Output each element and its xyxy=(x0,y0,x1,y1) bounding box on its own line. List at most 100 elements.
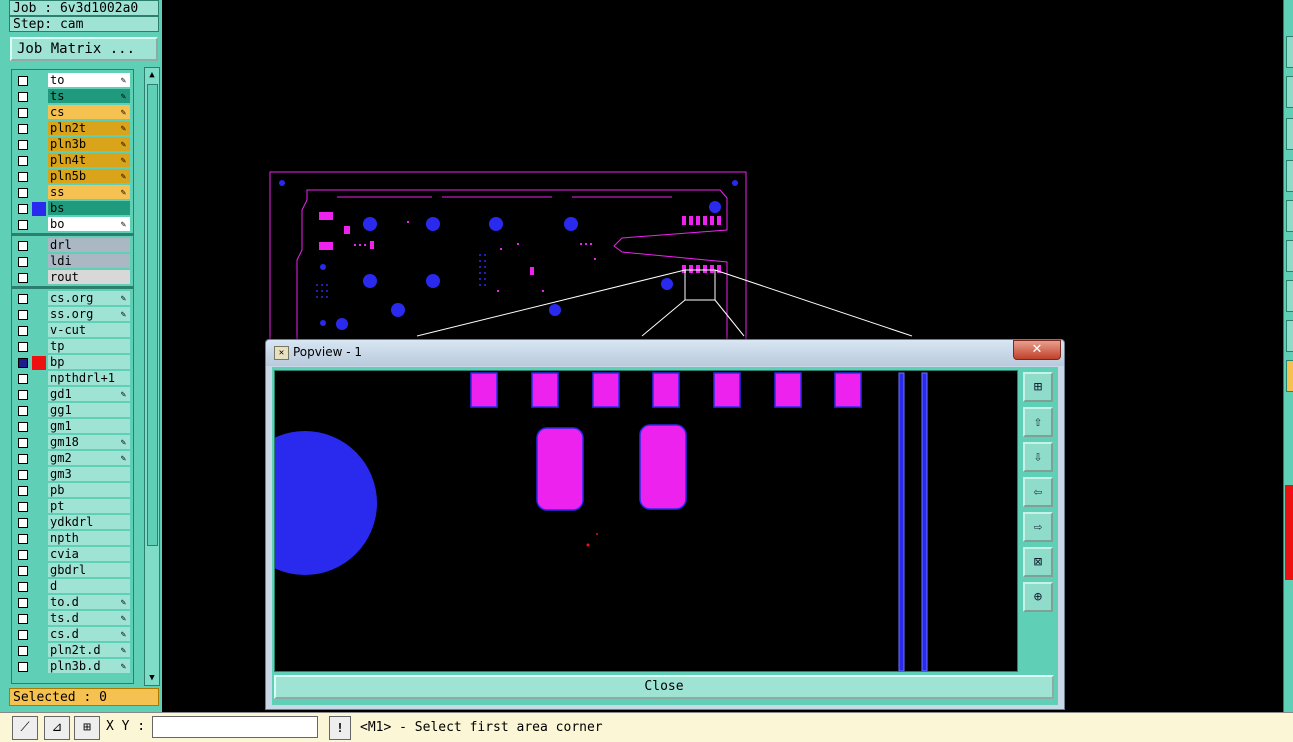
layer-name[interactable]: gm18 ✎ xyxy=(48,435,130,449)
right-tool-button[interactable] xyxy=(1286,160,1293,192)
layer-name[interactable]: gg1 xyxy=(48,403,130,417)
right-tool-button[interactable] xyxy=(1286,360,1293,392)
layer-checkbox[interactable] xyxy=(18,310,28,320)
layer-row[interactable]: cs.d ✎ xyxy=(12,627,133,642)
right-tool-button[interactable] xyxy=(1286,36,1293,68)
layer-checkbox[interactable] xyxy=(18,646,28,656)
layer-name[interactable]: pln3b.d ✎ xyxy=(48,659,130,673)
layer-display-mark[interactable] xyxy=(32,516,46,530)
layer-checkbox[interactable] xyxy=(18,582,28,592)
zoom-in-icon[interactable]: ⊕ xyxy=(1023,582,1053,612)
xy-input[interactable] xyxy=(152,716,318,738)
layer-checkbox[interactable] xyxy=(18,422,28,432)
layer-name[interactable]: rout xyxy=(48,270,130,284)
layer-checkbox[interactable] xyxy=(18,326,28,336)
layer-name[interactable]: gm2 ✎ xyxy=(48,451,130,465)
layer-checkbox[interactable] xyxy=(18,566,28,576)
layer-row[interactable]: pt xyxy=(12,499,133,514)
layer-display-mark[interactable] xyxy=(32,612,46,626)
layer-display-mark[interactable] xyxy=(32,580,46,594)
pan-left-icon[interactable]: ⇦ xyxy=(1023,477,1053,507)
layer-display-mark[interactable] xyxy=(32,202,46,216)
layer-name[interactable]: pln2t.d ✎ xyxy=(48,643,130,657)
right-tool-button[interactable] xyxy=(1286,320,1293,352)
layer-name[interactable]: pb xyxy=(48,483,130,497)
layer-row[interactable]: pln4t ✎ xyxy=(12,153,133,168)
layer-row[interactable]: tp xyxy=(12,339,133,354)
layer-display-mark[interactable] xyxy=(32,255,46,269)
layer-checkbox[interactable] xyxy=(18,390,28,400)
grid-icon[interactable]: ⊞ xyxy=(74,716,100,740)
layer-checkbox[interactable] xyxy=(18,534,28,544)
layer-checkbox[interactable] xyxy=(18,486,28,496)
window-close-button[interactable]: ✕ xyxy=(1013,340,1061,360)
layer-name[interactable]: ts.d ✎ xyxy=(48,611,130,625)
layer-checkbox[interactable] xyxy=(18,518,28,528)
layer-row[interactable]: bp xyxy=(12,355,133,370)
layer-name[interactable]: pln3b ✎ xyxy=(48,137,130,151)
layer-name[interactable]: ss.org ✎ xyxy=(48,307,130,321)
layer-display-mark[interactable] xyxy=(32,138,46,152)
layer-name[interactable]: cvia xyxy=(48,547,130,561)
layer-row[interactable]: gd1 ✎ xyxy=(12,387,133,402)
layer-name[interactable]: tp xyxy=(48,339,130,353)
layer-display-mark[interactable] xyxy=(32,420,46,434)
layer-checkbox[interactable] xyxy=(18,630,28,640)
layer-display-mark[interactable] xyxy=(32,484,46,498)
layer-row[interactable]: pln2t ✎ xyxy=(12,121,133,136)
layer-name[interactable]: pt xyxy=(48,499,130,513)
layer-row[interactable]: pln3b ✎ xyxy=(12,137,133,152)
layer-display-mark[interactable] xyxy=(32,660,46,674)
close-button[interactable]: Close xyxy=(274,675,1054,699)
layer-checkbox[interactable] xyxy=(18,188,28,198)
popview-titlebar[interactable]: ✕ Popview - 1 ✕ xyxy=(266,340,1064,366)
layer-row[interactable]: cvia xyxy=(12,547,133,562)
layer-row[interactable]: d xyxy=(12,579,133,594)
layer-display-mark[interactable] xyxy=(32,500,46,514)
scroll-thumb[interactable] xyxy=(147,84,158,546)
layer-checkbox[interactable] xyxy=(18,614,28,624)
layer-row[interactable]: rout xyxy=(12,270,133,285)
layer-row[interactable]: pln5b ✎ xyxy=(12,169,133,184)
layer-row[interactable]: ss.org ✎ xyxy=(12,307,133,322)
layer-name[interactable]: bp xyxy=(48,355,130,369)
layer-name[interactable]: d xyxy=(48,579,130,593)
layer-name[interactable]: npth xyxy=(48,531,130,545)
alert-button[interactable]: ! xyxy=(329,716,351,740)
layer-checkbox[interactable] xyxy=(18,470,28,480)
layer-row[interactable]: gm18 ✎ xyxy=(12,435,133,450)
layer-name[interactable]: pln2t ✎ xyxy=(48,121,130,135)
layer-row[interactable]: gm1 xyxy=(12,419,133,434)
layer-display-mark[interactable] xyxy=(32,644,46,658)
layer-display-mark[interactable] xyxy=(32,106,46,120)
layer-row[interactable]: pln3b.d ✎ xyxy=(12,659,133,674)
layer-checkbox[interactable] xyxy=(18,502,28,512)
layer-display-mark[interactable] xyxy=(32,468,46,482)
pan-up-icon[interactable]: ⇧ xyxy=(1023,407,1053,437)
layer-checkbox[interactable] xyxy=(18,342,28,352)
layer-checkbox[interactable] xyxy=(18,294,28,304)
layer-name[interactable]: v-cut xyxy=(48,323,130,337)
zoom-fit-icon[interactable]: ⊞ xyxy=(1023,372,1053,402)
layer-display-mark[interactable] xyxy=(32,388,46,402)
right-tool-button[interactable] xyxy=(1286,240,1293,272)
layer-row[interactable]: bo ✎ xyxy=(12,217,133,232)
layer-display-mark[interactable] xyxy=(32,74,46,88)
scroll-up-icon[interactable]: ▲ xyxy=(146,69,158,81)
layer-display-mark[interactable] xyxy=(32,271,46,285)
right-tool-button[interactable] xyxy=(1286,200,1293,232)
layer-name[interactable]: pln5b ✎ xyxy=(48,169,130,183)
layer-row[interactable]: gm3 xyxy=(12,467,133,482)
layer-display-mark[interactable] xyxy=(32,452,46,466)
layer-display-mark[interactable] xyxy=(32,218,46,232)
layer-row[interactable]: gg1 xyxy=(12,403,133,418)
layer-checkbox[interactable] xyxy=(18,406,28,416)
layer-checkbox[interactable] xyxy=(18,220,28,230)
layer-row[interactable]: npthdrl+1 xyxy=(12,371,133,386)
layer-name[interactable]: cs.d ✎ xyxy=(48,627,130,641)
layer-row[interactable]: ldi xyxy=(12,254,133,269)
layer-name[interactable]: ss ✎ xyxy=(48,185,130,199)
layer-checkbox[interactable] xyxy=(18,374,28,384)
layer-name[interactable]: npthdrl+1 xyxy=(48,371,130,385)
snap-icon[interactable]: ⟋ xyxy=(12,716,38,740)
